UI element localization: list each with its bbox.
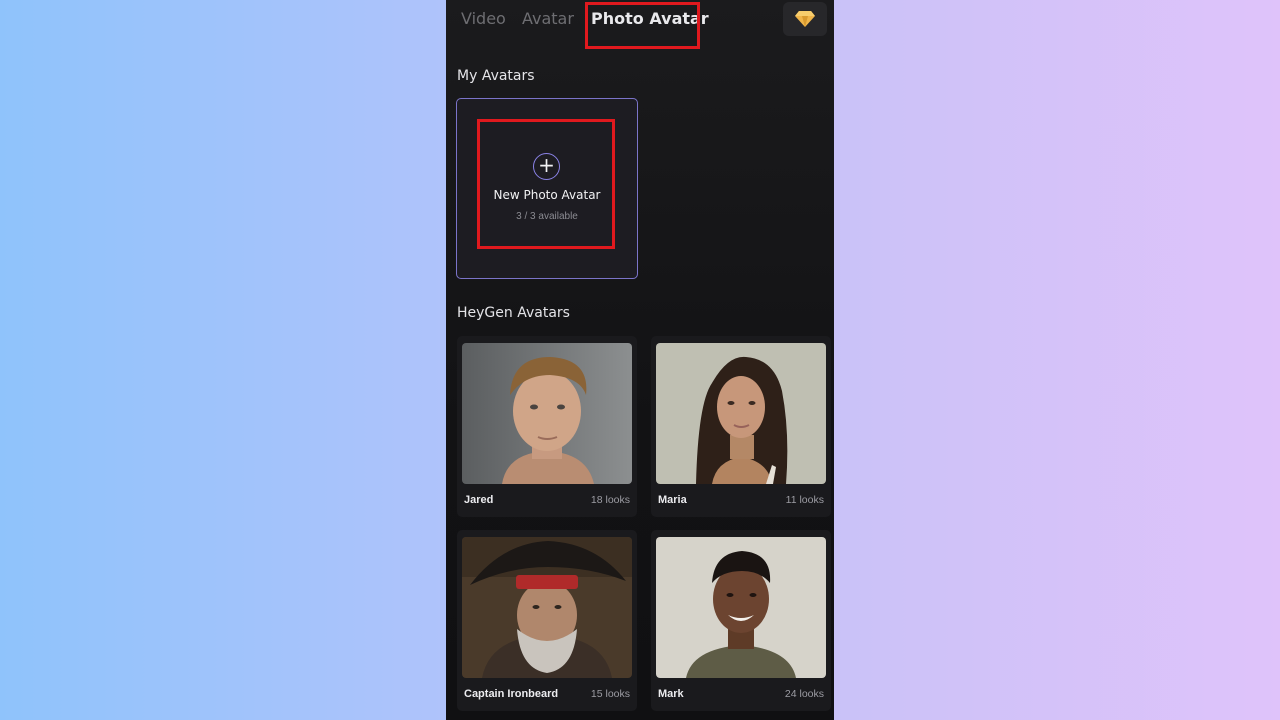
avatar-looks-count: 24 looks: [784, 688, 824, 700]
my-avatars-title: My Avatars: [457, 68, 535, 84]
avatar-photo: [462, 537, 632, 678]
new-photo-avatar-label: New Photo Avatar: [493, 188, 601, 202]
avatar-card-jared[interactable]: Jared 18 looks: [457, 336, 637, 517]
avatar-card-maria[interactable]: Maria 11 looks: [651, 336, 831, 517]
avatar-looks-count: 15 looks: [590, 688, 630, 700]
highlight-box-tab: [585, 2, 700, 49]
available-count: 3 / 3 available: [516, 211, 578, 222]
avatar-looks-count: 11 looks: [785, 494, 824, 506]
tab-avatar[interactable]: Avatar: [522, 9, 574, 28]
avatar-name: Maria: [658, 494, 687, 506]
avatar-card-mark[interactable]: Mark 24 looks: [651, 530, 831, 711]
avatar-name: Mark: [658, 688, 684, 700]
avatar-photo: [462, 343, 632, 484]
avatar-photo: [656, 537, 826, 678]
tab-bar: Video Avatar Photo Avatar: [446, 0, 834, 49]
avatar-looks-count: 18 looks: [590, 494, 630, 506]
heygen-avatars-title: HeyGen Avatars: [457, 305, 570, 321]
avatar-name: Captain Ironbeard: [464, 688, 559, 700]
app-screen: Video Avatar Photo Avatar My Avatars + N…: [446, 0, 834, 720]
avatar-name: Jared: [464, 494, 494, 506]
avatar-photo: [656, 343, 826, 484]
tab-video[interactable]: Video: [461, 9, 506, 28]
diamond-icon: [794, 10, 816, 28]
highlight-box-new-avatar: [477, 119, 615, 249]
plus-icon[interactable]: +: [533, 153, 560, 180]
premium-button[interactable]: [783, 2, 827, 36]
avatar-card-captain-ironbeard[interactable]: Captain Ironbeard 15 looks: [457, 530, 637, 711]
